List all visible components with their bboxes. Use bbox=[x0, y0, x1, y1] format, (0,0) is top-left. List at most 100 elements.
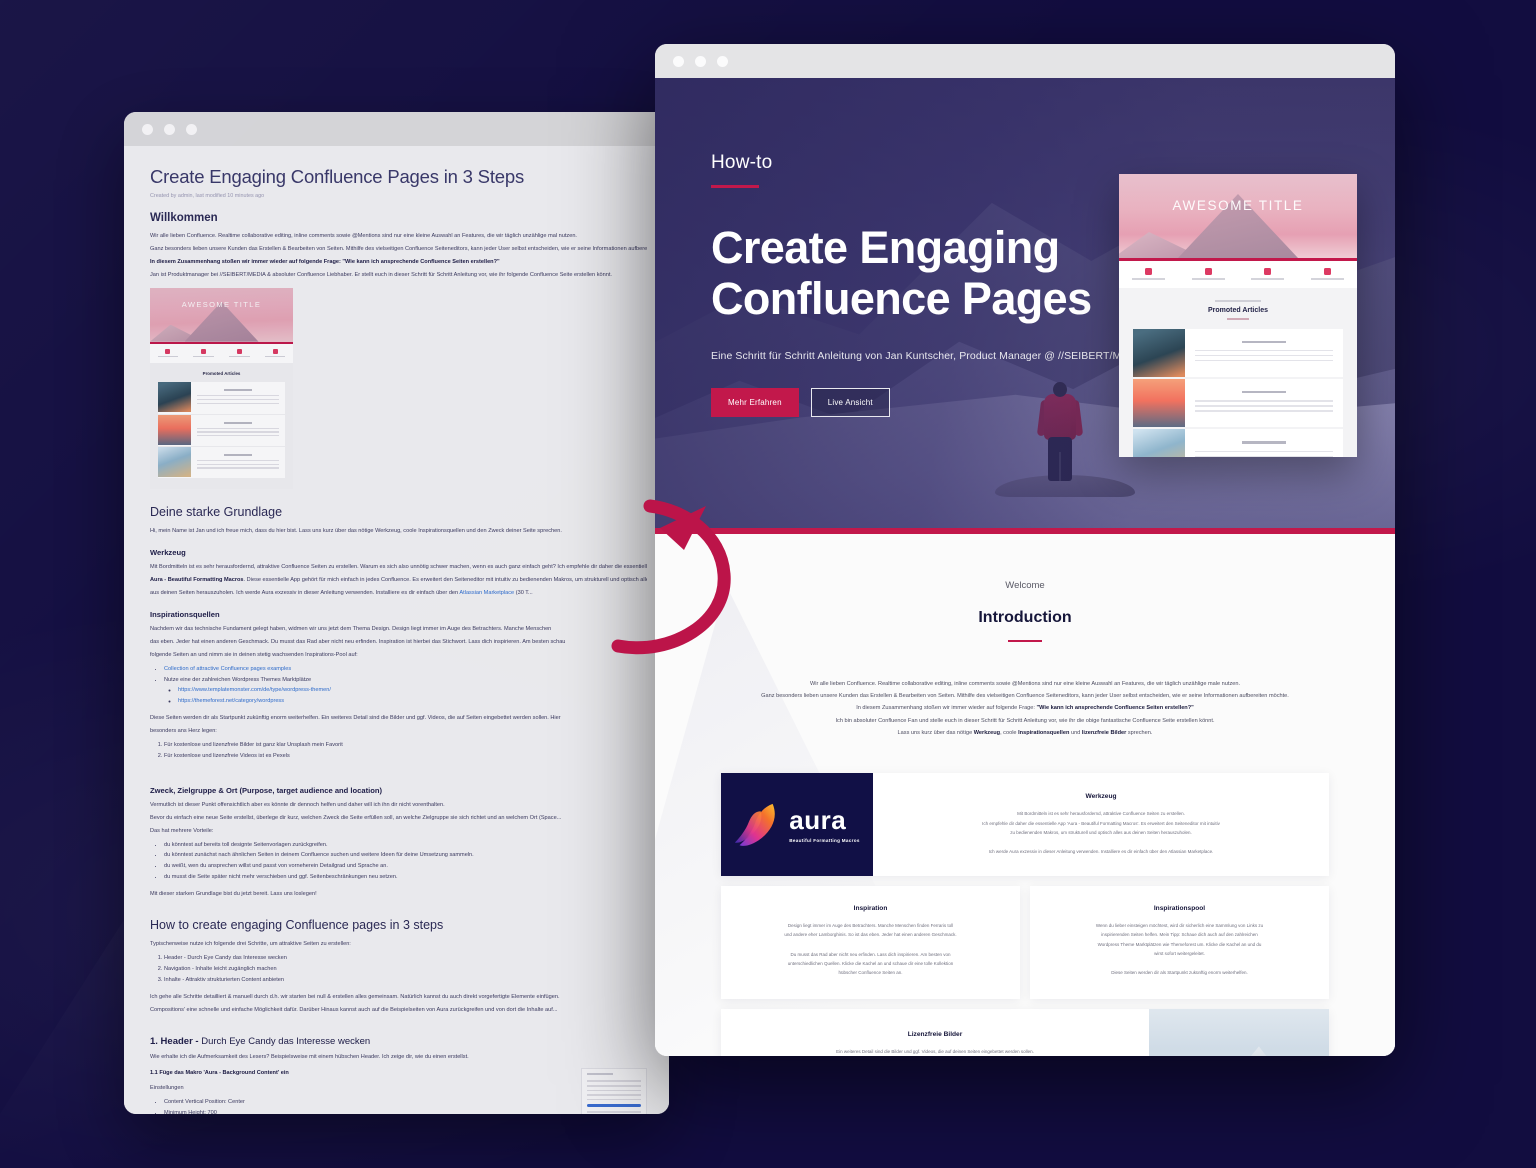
aura-logo-tile[interactable]: aura Beautiful Formatting Macros bbox=[721, 773, 873, 877]
mockup-article-title bbox=[1241, 390, 1287, 394]
werkzeug-card-title: Werkzeug bbox=[1085, 793, 1117, 801]
welcome-label: Welcome bbox=[1005, 580, 1045, 591]
inspiration-card-line: Design liegt immer im Auge des Betrachte… bbox=[787, 923, 954, 929]
nav-tile-icon bbox=[1264, 268, 1272, 275]
nav-tile-label bbox=[264, 355, 286, 358]
aura-wordmark: aura Beautiful Formatting Macros bbox=[789, 807, 859, 843]
screenshot-line bbox=[587, 1110, 641, 1113]
close-dot[interactable] bbox=[673, 55, 684, 67]
hero-section: How-to Create Engaging Confluence Pages … bbox=[655, 78, 1395, 528]
thumbnail-nav bbox=[150, 343, 293, 364]
screenshot-line bbox=[587, 1080, 641, 1083]
article-thumb-title bbox=[224, 421, 252, 424]
mockup-kicker bbox=[1214, 300, 1262, 302]
howto-outro-1: Ich gehe alle Schritte detailliert & man… bbox=[150, 993, 560, 1000]
nav-tile-icon bbox=[272, 348, 278, 354]
mockup-article-row[interactable] bbox=[1133, 328, 1343, 377]
mockup-section-title: Promoted Articles bbox=[1207, 307, 1269, 314]
macro-settings-screenshot[interactable] bbox=[581, 1068, 647, 1114]
mockup-article-text bbox=[1185, 429, 1343, 457]
intro-paragraph-3: In diesem Zusammenhang stoßen wir immer … bbox=[721, 702, 1329, 714]
text-line bbox=[197, 399, 279, 401]
p5-pre: Lass uns kurz über das nötige bbox=[897, 729, 974, 736]
mockup-article-row[interactable] bbox=[1133, 429, 1343, 457]
p5-bold-inspirationsquellen: Inspirationsquellen bbox=[1018, 729, 1070, 736]
screenshot-caption bbox=[587, 1073, 613, 1076]
p5-end: sprechen. bbox=[1126, 729, 1153, 736]
thumbnail-nav-item bbox=[257, 348, 293, 358]
list-item: Content Vertical Position: Center bbox=[164, 1097, 567, 1108]
werkzeug-text-d: (30 T... bbox=[515, 589, 533, 596]
nav-tile-label bbox=[1251, 278, 1285, 280]
mockup-section-rule bbox=[1227, 318, 1249, 320]
text-line bbox=[197, 402, 279, 404]
list-item: https://www.templatemonster.com/de/type/… bbox=[178, 685, 647, 696]
inspiration-card-row: Inspiration Design liegt immer im Auge d… bbox=[721, 886, 1329, 1000]
photo-peak bbox=[1214, 1046, 1301, 1056]
step-1-sub-1: 1.1 Füge das Makro 'Aura - Background Co… bbox=[150, 1070, 289, 1077]
article-thumb-image bbox=[158, 382, 191, 413]
back-window-titlebar bbox=[124, 112, 669, 146]
minimize-dot[interactable] bbox=[695, 55, 706, 67]
nav-tile-icon bbox=[236, 348, 242, 354]
mockup-nav-item-support[interactable] bbox=[1238, 268, 1298, 280]
text-line bbox=[1195, 400, 1333, 402]
mockup-nav-item-getting-started[interactable] bbox=[1119, 268, 1179, 280]
intro-paragraph-1: Wir alle lieben Confluence. Realtime col… bbox=[809, 680, 1241, 687]
text-line bbox=[197, 435, 279, 437]
werkzeug-app-name: Aura - Beautiful Formatting Macros bbox=[150, 577, 244, 584]
screenshot-line bbox=[587, 1089, 641, 1092]
inspiration-sub-list: https://www.templatemonster.com/de/type/… bbox=[178, 685, 647, 707]
nav-tile-icon bbox=[165, 348, 171, 354]
article-thumb-image bbox=[158, 446, 191, 477]
rendered-page-window[interactable]: How-to Create Engaging Confluence Pages … bbox=[655, 44, 1395, 1056]
inspirationspool-card-line: wirst sofort weitergeleitet. bbox=[1154, 950, 1205, 956]
inspirationspool-card[interactable]: Inspirationspool Wenn du lieber einsteig… bbox=[1030, 886, 1329, 1000]
text-line bbox=[1195, 349, 1333, 352]
nav-tile-icon bbox=[1323, 268, 1331, 275]
mockup-article-row[interactable] bbox=[1133, 378, 1343, 428]
maximize-dot[interactable] bbox=[717, 55, 728, 67]
werkzeug-card: aura Beautiful Formatting Macros Werkzeu… bbox=[721, 773, 1329, 877]
inspirationspool-card-title: Inspirationspool bbox=[1153, 905, 1206, 913]
inspiration-card[interactable]: Inspiration Design liegt immer im Auge d… bbox=[721, 886, 1020, 1000]
article-thumb-text bbox=[191, 382, 285, 413]
mockup-nav-item-recent-favorites[interactable] bbox=[1298, 268, 1358, 280]
source-page-thumbnail[interactable]: AWESOME TITLE Promoted Articles bbox=[150, 287, 293, 490]
templatemonster-link[interactable]: https://www.templatemonster.com/de/type/… bbox=[178, 687, 331, 693]
step-1-number: 1. Header - bbox=[150, 1035, 199, 1047]
text-line bbox=[1195, 455, 1333, 457]
confluence-examples-link[interactable]: Collection of attractive Confluence page… bbox=[164, 666, 291, 672]
close-dot[interactable] bbox=[142, 123, 153, 135]
lizenzfreie-bilder-card: Lizenzfreie Bilder Ein weiteres Detail s… bbox=[721, 1009, 1329, 1056]
aura-tagline: Beautiful Formatting Macros bbox=[789, 837, 860, 843]
atlassian-marketplace-link[interactable]: Atlassian Marketplace bbox=[459, 590, 514, 596]
text-line bbox=[197, 431, 279, 433]
inspiration-card-line-2: Du musst das Rad aber nicht neu erfinden… bbox=[790, 951, 951, 957]
inspiration-card-line-2: unterschiedlichen Quellen. Klicke die Ka… bbox=[787, 960, 954, 966]
text-line bbox=[1195, 410, 1333, 412]
themeforest-link[interactable]: https://themeforest.net/category/wordpre… bbox=[178, 698, 284, 704]
minimize-dot[interactable] bbox=[164, 123, 175, 135]
maximize-dot[interactable] bbox=[186, 123, 197, 135]
mockup-nav-item-documentation[interactable] bbox=[1179, 268, 1239, 280]
inspiration-outro-2: besonders ans Herz legen: bbox=[150, 728, 217, 735]
willkommen-paragraph-4: Jan ist Produktmanager bei //SEIBERT/MED… bbox=[150, 271, 612, 278]
p5-mid-1: , coole bbox=[1000, 729, 1019, 736]
lizenzfreie-card-line: Ein weiteres Detail sind die Bilder und … bbox=[836, 1049, 1034, 1055]
front-window-titlebar bbox=[655, 44, 1395, 78]
werkzeug-text-c: aus deinen Seiten herauszuholen. Ich wer… bbox=[150, 589, 459, 596]
mockup-article-text bbox=[1185, 329, 1343, 377]
mockup-article-image bbox=[1133, 429, 1185, 457]
text-line bbox=[197, 463, 279, 465]
mehr-erfahren-button[interactable]: Mehr Erfahren bbox=[711, 388, 799, 418]
mockup-hero-title: AWESOME TITLE bbox=[1172, 198, 1304, 213]
nav-tile-label bbox=[229, 355, 250, 358]
nav-tile-icon bbox=[1204, 268, 1212, 275]
list-item: du musst die Seite später nicht mehr ver… bbox=[164, 872, 647, 883]
list-item: Minimum Height: 700 bbox=[164, 1108, 567, 1114]
list-item: Inhalte - Attraktiv strukturierten Conte… bbox=[164, 975, 647, 986]
werkzeug-card-line-2: Ich werde Aura exzessiv in dieser Anleit… bbox=[988, 848, 1214, 854]
live-ansicht-button[interactable]: Live Ansicht bbox=[810, 388, 890, 418]
page-mockup-card[interactable]: AWESOME TITLE Promoted Articles bbox=[1119, 174, 1357, 457]
